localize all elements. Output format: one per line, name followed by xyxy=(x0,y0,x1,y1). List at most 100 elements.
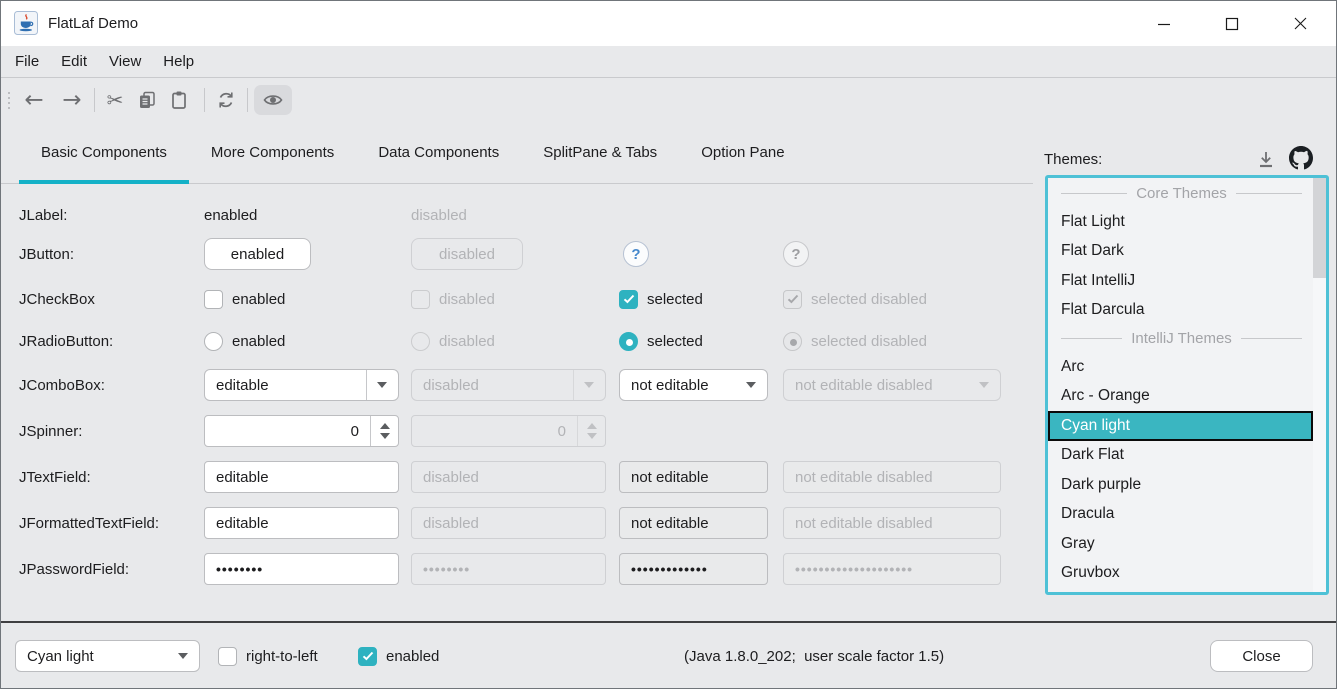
checkbox-checked-icon xyxy=(619,290,638,309)
menu-view[interactable]: View xyxy=(98,46,152,77)
chevron-down-icon xyxy=(979,382,989,388)
radio-selected[interactable]: selected xyxy=(619,331,703,351)
theme-item-gray[interactable]: Gray xyxy=(1048,529,1313,559)
status-text: (Java 1.8.0_202; user scale factor 1.5) xyxy=(684,646,944,666)
radio-label: selected disabled xyxy=(811,333,927,350)
github-icon[interactable] xyxy=(1287,144,1315,172)
jbutton-enabled-button[interactable]: enabled xyxy=(204,238,311,270)
combobox-value: editable xyxy=(216,377,269,394)
formattedtextfield-editable[interactable]: editable xyxy=(204,507,399,539)
passwordfield-not-editable: ••••••••••••• xyxy=(619,553,768,585)
theme-select-combobox[interactable]: Cyan light xyxy=(15,640,200,672)
forward-icon[interactable]: → xyxy=(59,79,85,121)
theme-item-gruvbox[interactable]: Gruvbox xyxy=(1048,559,1313,589)
textfield-editable[interactable]: editable xyxy=(204,461,399,493)
spinner-up-icon[interactable] xyxy=(380,423,390,429)
checkbox-label: enabled xyxy=(386,648,439,665)
right-to-left-checkbox[interactable]: right-to-left xyxy=(218,646,318,666)
menu-help[interactable]: Help xyxy=(152,46,205,77)
tab-basic-components[interactable]: Basic Components xyxy=(19,121,189,183)
theme-item-cyan-light[interactable]: Cyan light xyxy=(1048,411,1313,441)
toolbar-grip[interactable] xyxy=(6,79,12,121)
java-app-icon xyxy=(14,11,38,35)
formattedtextfield-not-editable: not editable xyxy=(619,507,768,539)
checkbox-selected[interactable]: selected xyxy=(619,289,703,309)
spinner-down-icon xyxy=(587,433,597,439)
theme-item-flat-light[interactable]: Flat Light xyxy=(1048,207,1313,237)
title-bar: FlatLaf Demo xyxy=(1,1,1336,46)
refresh-icon[interactable] xyxy=(213,79,239,121)
formattedtextfield-disabled: disabled xyxy=(411,507,606,539)
jcheckbox-row-label: JCheckBox xyxy=(19,289,95,309)
checkbox-icon xyxy=(218,647,237,666)
combobox-not-editable[interactable]: not editable xyxy=(619,369,768,401)
themes-scrollbar-track[interactable] xyxy=(1313,178,1326,592)
show-icon[interactable] xyxy=(254,85,292,115)
tab-more-components[interactable]: More Components xyxy=(189,121,356,183)
cut-icon[interactable]: ✂ xyxy=(102,79,128,121)
theme-item-dark-flat[interactable]: Dark Flat xyxy=(1048,441,1313,471)
radio-label: enabled xyxy=(232,333,285,350)
theme-item-dark-purple[interactable]: Dark purple xyxy=(1048,470,1313,500)
theme-item-flat-dark[interactable]: Flat Dark xyxy=(1048,237,1313,267)
chevron-down-icon xyxy=(584,382,594,388)
download-icon[interactable] xyxy=(1253,146,1279,172)
menu-file[interactable]: File xyxy=(4,46,50,77)
combobox-value: not editable xyxy=(631,377,709,394)
jcombobox-row-label: JComboBox: xyxy=(19,375,105,395)
combobox-value: Cyan light xyxy=(27,648,94,665)
copy-icon[interactable] xyxy=(134,79,160,121)
passwordfield-disabled: •••••••• xyxy=(411,553,606,585)
radio-checked-icon xyxy=(783,332,802,351)
chevron-down-icon xyxy=(377,382,387,388)
jbutton-help-button[interactable]: ? xyxy=(623,241,649,267)
menu-edit[interactable]: Edit xyxy=(50,46,98,77)
toolbar-separator xyxy=(247,88,248,112)
checkbox-enabled[interactable]: enabled xyxy=(204,289,285,309)
jbutton-help-disabled-button: ? xyxy=(783,241,809,267)
minimize-button[interactable] xyxy=(1130,1,1198,46)
theme-group-header-intellij-themes: IntelliJ Themes xyxy=(1048,325,1326,352)
checkbox-label: right-to-left xyxy=(246,648,318,665)
spinner-enabled[interactable]: 0 xyxy=(204,415,399,447)
theme-item-flat-darcula[interactable]: Flat Darcula xyxy=(1048,296,1313,326)
theme-item-arc-orange[interactable]: Arc - Orange xyxy=(1048,382,1313,412)
checkbox-label: enabled xyxy=(232,291,285,308)
passwordfield-editable[interactable]: •••••••• xyxy=(204,553,399,585)
toolbar-separator xyxy=(204,88,205,112)
menu-bar: FileEditViewHelp xyxy=(1,46,1336,78)
combobox-value: disabled xyxy=(423,377,479,394)
theme-item-flat-intellij[interactable]: Flat IntelliJ xyxy=(1048,266,1313,296)
paste-icon[interactable] xyxy=(166,79,192,121)
theme-item-arc[interactable]: Arc xyxy=(1048,352,1313,382)
themes-list: Core ThemesFlat LightFlat DarkFlat Intel… xyxy=(1045,175,1329,595)
spinner-down-icon[interactable] xyxy=(380,433,390,439)
close-window-button[interactable] xyxy=(1266,1,1334,46)
checkbox-checked-icon xyxy=(783,290,802,309)
combobox-editable[interactable]: editable xyxy=(204,369,399,401)
checkbox-icon xyxy=(204,290,223,309)
jbutton-disabled-button: disabled xyxy=(411,238,523,270)
spinner-buttons[interactable] xyxy=(370,416,398,446)
jbutton-row-label: JButton: xyxy=(19,244,74,264)
textfield-disabled: disabled xyxy=(411,461,606,493)
checkbox-label: selected xyxy=(647,291,703,308)
enabled-checkbox[interactable]: enabled xyxy=(358,646,439,666)
maximize-button[interactable] xyxy=(1198,1,1266,46)
theme-item-dracula[interactable]: Dracula xyxy=(1048,500,1313,530)
themes-scrollbar-thumb[interactable] xyxy=(1313,178,1326,278)
tab-option-pane[interactable]: Option Pane xyxy=(679,121,806,183)
checkbox-icon xyxy=(411,290,430,309)
back-icon[interactable]: ← xyxy=(21,79,47,121)
toolbar-separator xyxy=(94,88,95,112)
jradiobutton-row-label: JRadioButton: xyxy=(19,331,113,351)
checkbox-disabled: disabled xyxy=(411,289,495,309)
jlabel-disabled: disabled xyxy=(411,205,467,225)
radio-enabled[interactable]: enabled xyxy=(204,331,285,351)
jformattedtextfield-row-label: JFormattedTextField: xyxy=(19,513,159,533)
chevron-down-icon xyxy=(746,382,756,388)
tab-splitpane-tabs[interactable]: SplitPane & Tabs xyxy=(521,121,679,183)
spinner-disabled: 0 xyxy=(411,415,606,447)
close-button[interactable]: Close xyxy=(1210,640,1313,672)
tab-data-components[interactable]: Data Components xyxy=(356,121,521,183)
